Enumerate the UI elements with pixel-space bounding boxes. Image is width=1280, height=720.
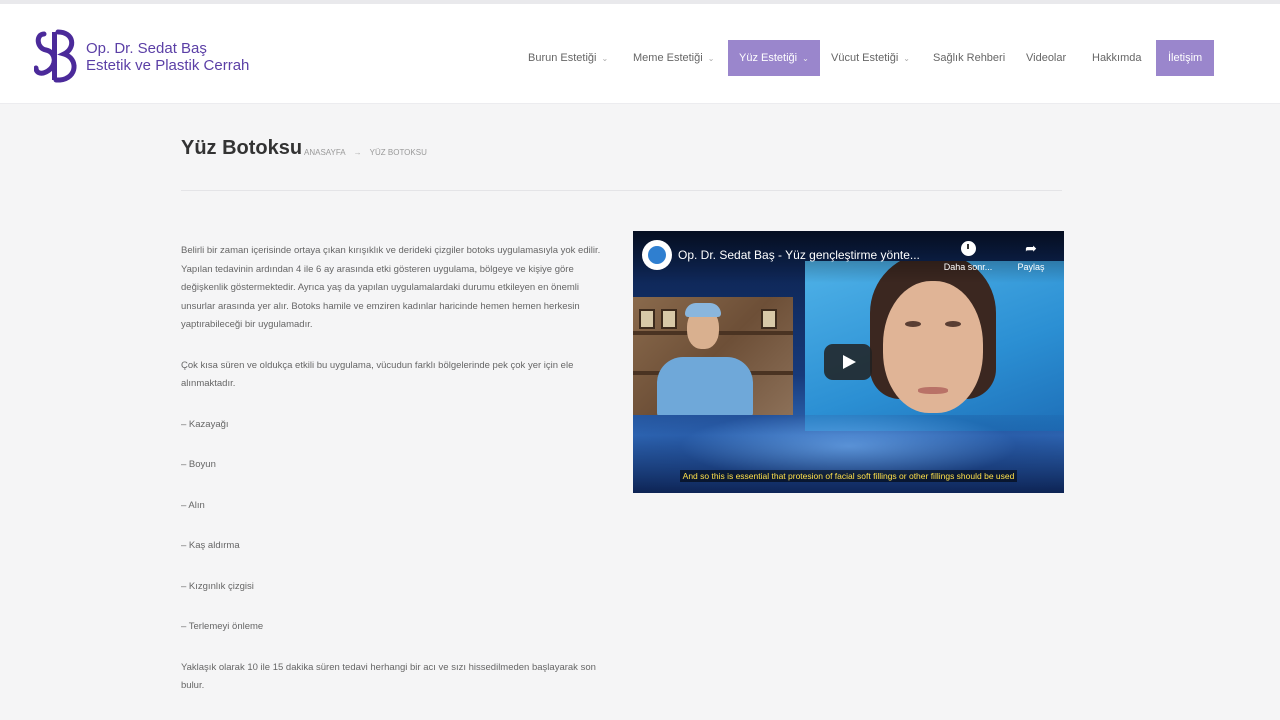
list-item: – Boyun: [181, 459, 216, 470]
list-item: – Kazayağı: [181, 418, 229, 430]
video-caption: And so this is essential that protesion …: [633, 470, 1064, 482]
frame-shape: [639, 309, 655, 329]
clock-icon: [960, 241, 976, 256]
nav-item-meme-estetigi[interactable]: Meme Estetiği ⌄: [633, 40, 714, 76]
article-paragraph: Belirli bir zaman içerisinde ortaya çıka…: [181, 245, 601, 330]
doctor-cap: [685, 303, 721, 317]
youtube-video-embed[interactable]: Op. Dr. Sedat Baş - Yüz gençleştirme yön…: [633, 231, 1064, 493]
nav-label: Vücut Estetiği: [831, 52, 899, 64]
watch-later-label: Daha sonr...: [943, 262, 993, 272]
arrow-right-icon: →: [353, 148, 362, 157]
channel-avatar-icon[interactable]: [642, 240, 672, 270]
list-item: – Terlemeyi önleme: [181, 621, 264, 632]
frame-shape: [661, 309, 677, 329]
list-item: – Alın: [181, 499, 205, 511]
nav-label: Videolar: [1026, 52, 1067, 64]
chevron-down-icon: ⌄: [707, 54, 715, 63]
chevron-down-icon: ⌄: [802, 54, 809, 63]
nav-label: Sağlık Rehberi: [933, 52, 1006, 64]
eye-shape: [945, 321, 961, 327]
page-title: Yüz Botoksu: [181, 137, 303, 159]
article-content: Belirli bir zaman içerisinde ortaya çıka…: [181, 242, 611, 718]
breadcrumb: ANASAYFA → YÜZ BOTOKSU: [304, 148, 427, 157]
share-button[interactable]: ➦ Paylaş: [1008, 240, 1054, 273]
nav-item-hakkimda[interactable]: Hakkımda: [1092, 40, 1142, 76]
main-navigation: Burun Estetiği ⌄ Meme Estetiği ⌄ Yüz Estet…: [0, 40, 1280, 76]
share-label: Paylaş: [1017, 262, 1045, 272]
watch-later-button[interactable]: Daha sonr...: [939, 241, 997, 272]
mouth-shape: [918, 387, 948, 394]
nav-label: Hakkımda: [1092, 52, 1142, 64]
nav-label: Burun Estetiği: [528, 52, 597, 64]
play-icon[interactable]: [824, 344, 872, 380]
nav-label: Meme Estetiği: [633, 52, 703, 64]
nav-label: İletişim: [1168, 52, 1203, 64]
site-header: Op. Dr. Sedat Baş Estetik ve Plastik Cer…: [0, 4, 1280, 104]
list-item: – Kızgınlık çizgisi: [181, 580, 254, 592]
nav-item-burun-estetigi[interactable]: Burun Estetiği ⌄: [528, 40, 608, 76]
chevron-down-icon: ⌄: [601, 54, 609, 63]
nav-item-vucut-estetigi[interactable]: Vücut Estetiği ⌄: [831, 40, 910, 76]
video-thumbnail-doctor: [633, 297, 793, 415]
chevron-down-icon: ⌄: [903, 54, 910, 63]
nav-item-saglik-rehberi[interactable]: Sağlık Rehberi: [933, 40, 1005, 76]
title-divider: [181, 190, 1062, 191]
article-paragraph: Yaklaşık olarak 10 ile 15 dakika süren t…: [181, 661, 596, 692]
nav-item-iletisim[interactable]: İletişim: [1156, 40, 1215, 76]
article-paragraph: Çok kısa süren ve oldukça etkili bu uygu…: [181, 359, 574, 390]
doctor-figure: [657, 357, 753, 415]
caption-text: And so this is essential that protesion …: [679, 470, 1018, 482]
breadcrumb-home-link[interactable]: ANASAYFA: [304, 148, 346, 157]
eye-shape: [905, 321, 921, 327]
nav-item-videolar[interactable]: Videolar: [1026, 40, 1066, 76]
share-arrow-icon: ➦: [1025, 240, 1037, 256]
breadcrumb-current: YÜZ BOTOKSU: [369, 148, 427, 157]
list-item: – Kaş aldırma: [181, 540, 240, 551]
frame-shape: [761, 309, 777, 329]
nav-item-yuz-estetigi[interactable]: Yüz Estetiği ⌄: [728, 40, 820, 76]
nav-label: Yüz Estetiği: [739, 52, 798, 64]
video-title[interactable]: Op. Dr. Sedat Baş - Yüz gençleştirme yön…: [678, 248, 920, 262]
